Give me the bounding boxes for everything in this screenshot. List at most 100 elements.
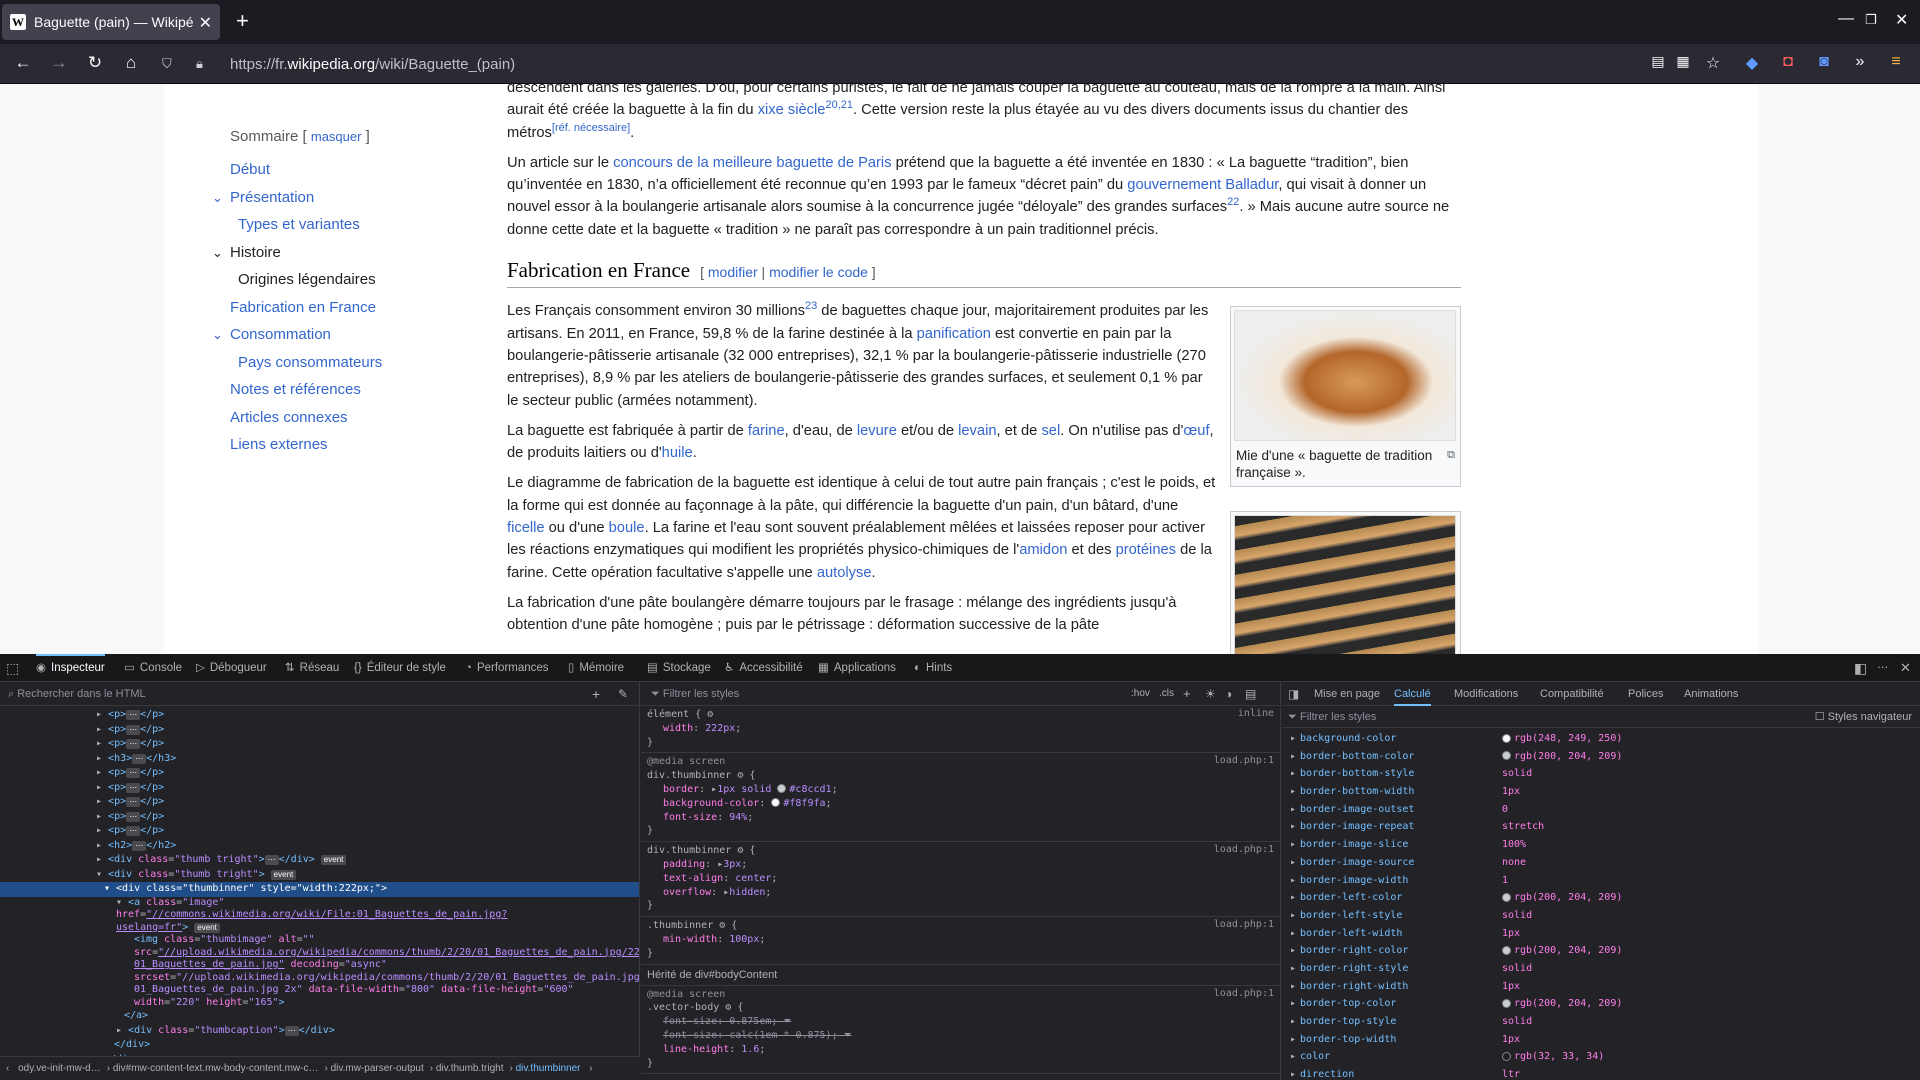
link-amidon[interactable]: amidon xyxy=(1019,542,1067,558)
css-declaration-overridden[interactable]: font-size: 0.875em; ⏷ xyxy=(647,1015,1274,1029)
toc-item-label[interactable]: Notes et références xyxy=(230,381,361,398)
back-icon[interactable]: ← xyxy=(12,53,34,73)
tab-stockage[interactable]: ▤ Stockage xyxy=(647,654,711,682)
dom-node[interactable]: ▸ <p>⋯</p> xyxy=(0,723,639,738)
close-devtools-icon[interactable]: ✕ xyxy=(1900,654,1911,682)
close-tab-icon[interactable]: ✕ xyxy=(199,13,212,33)
element-picker-icon[interactable]: ⬚ xyxy=(6,654,19,682)
link-sel[interactable]: sel xyxy=(1041,423,1060,439)
color-swatch-icon[interactable] xyxy=(1502,892,1511,902)
computed-property[interactable]: border-top-color rgb(200, 204, 209) xyxy=(1282,995,1920,1013)
light-mode-icon[interactable]: ☀ xyxy=(1205,682,1216,706)
rule-source[interactable]: load.php:1 xyxy=(1214,919,1274,930)
bookmark-star-icon[interactable]: ☆ xyxy=(1702,53,1724,73)
gear-icon[interactable]: ⚙ xyxy=(737,845,743,856)
link-autolyse[interactable]: autolyse xyxy=(817,565,872,581)
tab-console[interactable]: ▭ Console xyxy=(124,654,182,682)
tab-debogueur[interactable]: ▷ Débogueur xyxy=(196,654,267,682)
dom-node[interactable]: ▸ <h2> ⋯ </h2> xyxy=(0,839,639,854)
dock-side-icon[interactable]: ◧ xyxy=(1854,654,1867,682)
breadcrumb-item-current[interactable]: div.thumbinner xyxy=(516,1063,581,1074)
toc-item-label[interactable]: Origines légendaires xyxy=(238,271,376,288)
breadcrumb-item[interactable]: div.thumb.tright xyxy=(436,1063,504,1074)
link-farine[interactable]: farine xyxy=(748,423,785,439)
toc-item-label[interactable]: Articles connexes xyxy=(230,409,348,426)
page-actions-icon[interactable]: ▦ xyxy=(1672,53,1694,70)
sidebar-toggle-icon[interactable]: ◨ xyxy=(1288,682,1299,706)
tab-inspecteur[interactable]: ◉ Inspecteur xyxy=(36,654,105,682)
toc-item-label[interactable]: Pays consommateurs xyxy=(238,354,382,371)
link-proteines[interactable]: protéines xyxy=(1116,542,1176,558)
more-options-icon[interactable]: ⋯ xyxy=(1877,654,1889,682)
dom-node[interactable]: </div> xyxy=(0,1038,639,1053)
link-xixe-siecle[interactable]: xixe siècle xyxy=(758,102,826,118)
css-declaration[interactable]: border: ▸1px solid #c8ccd1; xyxy=(647,783,1274,797)
toc-item-label[interactable]: Présentation xyxy=(230,189,314,206)
gear-icon[interactable]: ⚙ xyxy=(707,709,713,720)
computed-property[interactable]: border-left-width 1px xyxy=(1282,925,1920,943)
tab-compatibilite[interactable]: Compatibilité xyxy=(1540,682,1604,706)
css-declaration[interactable]: padding: ▸3px; xyxy=(647,858,1274,872)
breadcrumb-item[interactable]: div.mw-parser-output xyxy=(331,1063,424,1074)
dom-node[interactable]: ▸ <p>⋯</p> xyxy=(0,824,639,839)
extension-diamond-icon[interactable]: ◆ xyxy=(1741,53,1763,73)
dom-node[interactable]: ▸ <p>⋯</p> xyxy=(0,766,639,781)
link-gouvernement-balladur[interactable]: gouvernement Balladur xyxy=(1127,177,1278,193)
computed-property[interactable]: border-right-color rgb(200, 204, 209) xyxy=(1282,942,1920,960)
tab-mise-en-page[interactable]: Mise en page xyxy=(1314,682,1380,706)
reference-link[interactable]: 23 xyxy=(805,300,817,312)
filter-icon[interactable]: ⏷ xyxy=(783,1016,791,1027)
edit-section-link[interactable]: modifier xyxy=(708,264,758,280)
more-tools-icon[interactable]: » xyxy=(1849,53,1871,71)
toc-item-liens[interactable]: Liens externes xyxy=(230,434,490,462)
rule-source[interactable]: load.php:1 xyxy=(1214,988,1274,999)
computed-property[interactable]: border-bottom-style solid xyxy=(1282,765,1920,783)
computed-property[interactable]: border-top-width 1px xyxy=(1282,1031,1920,1049)
dom-node[interactable]: ▸ <p>⋯</p> xyxy=(0,781,639,796)
reload-icon[interactable]: ↻ xyxy=(84,53,106,73)
html-search-field[interactable]: ⌕ Rechercher dans le HTML + ✎ xyxy=(0,682,639,706)
toc-item-pays[interactable]: Pays consommateurs xyxy=(230,352,490,380)
reference-link[interactable]: 22 xyxy=(1227,197,1239,209)
link-levain[interactable]: levain xyxy=(958,423,996,439)
toc-item-histoire[interactable]: ⌄ Histoire xyxy=(212,242,490,270)
toc-item-label[interactable]: Consommation xyxy=(230,326,331,343)
css-declaration[interactable]: width: 222px; xyxy=(647,722,1274,736)
toc-item-presentation[interactable]: ⌄ Présentation xyxy=(212,187,490,215)
dom-node[interactable]: ▸ <p>⋯</p> xyxy=(0,737,639,752)
hover-state-toggle[interactable]: :hov xyxy=(1131,682,1150,706)
forward-icon[interactable]: → xyxy=(48,53,70,73)
dom-node[interactable]: ▾ <div class="thumb tright"> event xyxy=(0,868,639,883)
computed-property[interactable]: background-color rgb(248, 249, 250) xyxy=(1282,730,1920,748)
link-panification[interactable]: panification xyxy=(917,326,991,342)
filter-icon[interactable]: ⏷ xyxy=(844,1030,852,1041)
link-boule[interactable]: boule xyxy=(609,520,645,536)
reader-view-icon[interactable]: ▤ xyxy=(1647,53,1669,70)
computed-property[interactable]: border-right-style solid xyxy=(1282,960,1920,978)
breadcrumb-item[interactable]: ody.ve-init-mw-d… xyxy=(18,1063,101,1074)
home-icon[interactable]: ⌂ xyxy=(120,53,142,73)
menu-icon[interactable]: ≡ xyxy=(1885,53,1907,71)
link-huile[interactable]: huile xyxy=(662,445,693,461)
computed-filter-field[interactable]: ⏷ Filtrer les styles ☐ Styles navigateur xyxy=(1282,706,1920,728)
rules-filter-field[interactable]: ⏷ Filtrer les styles :hov .cls + ☀ ◑ ▤ xyxy=(641,682,1280,706)
edit-code-link[interactable]: modifier le code xyxy=(769,264,868,280)
tab-memoire[interactable]: ▯ Mémoire xyxy=(568,654,624,682)
eyedropper-icon[interactable]: ✎ xyxy=(618,682,628,706)
css-declaration[interactable]: min-width: 100px; xyxy=(647,933,1274,947)
baguette-photo[interactable] xyxy=(1234,310,1456,441)
link-levure[interactable]: levure xyxy=(857,423,897,439)
computed-property[interactable]: border-bottom-width 1px xyxy=(1282,783,1920,801)
tracking-shield-icon[interactable]: ⛉ xyxy=(162,56,182,72)
computed-property[interactable]: border-left-color rgb(200, 204, 209) xyxy=(1282,889,1920,907)
toc-item-types[interactable]: Types et variantes xyxy=(230,214,490,242)
tab-polices[interactable]: Polices xyxy=(1628,682,1663,706)
toc-item-consommation[interactable]: ⌄ Consommation xyxy=(212,324,490,352)
breadcrumb-arrow-icon[interactable]: ‹ xyxy=(6,1063,9,1074)
dom-node[interactable]: </a> xyxy=(0,1009,639,1024)
reference-link[interactable]: 20,21 xyxy=(825,99,853,111)
breadcrumb-arrow-icon[interactable]: › xyxy=(589,1063,592,1074)
tab-calcule[interactable]: Calculé xyxy=(1394,682,1431,706)
toc-toggle-link[interactable]: masquer xyxy=(311,129,362,144)
css-declaration[interactable]: line-height: 1.6; xyxy=(647,1043,1274,1057)
